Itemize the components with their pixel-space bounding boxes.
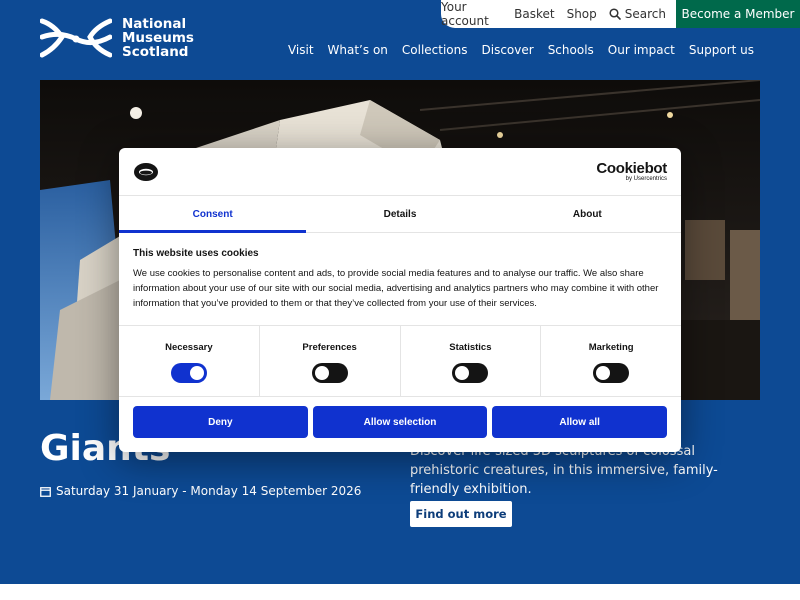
cookiebot-name: Cookiebot: [596, 160, 667, 177]
toggle-knob: [596, 366, 611, 380]
toggle-knob: [455, 366, 470, 380]
consent-buttons: Deny Allow selection Allow all: [133, 406, 668, 438]
your-account-link[interactable]: Your account: [441, 0, 502, 28]
nav-schools[interactable]: Schools: [548, 43, 594, 57]
nav-visit[interactable]: Visit: [288, 43, 314, 57]
calendar-icon: [40, 486, 51, 497]
category-label: Statistics: [449, 342, 492, 353]
category-label: Marketing: [588, 342, 634, 353]
nav-discover[interactable]: Discover: [482, 43, 534, 57]
shop-link[interactable]: Shop: [567, 7, 597, 21]
search-label: Search: [624, 7, 666, 21]
hero-date-text: Saturday 31 January - Monday 14 Septembe…: [56, 484, 362, 498]
nav-collections[interactable]: Collections: [402, 43, 468, 57]
toggle-knob: [189, 366, 204, 380]
search-link[interactable]: Search: [609, 7, 666, 21]
hero-date: Saturday 31 January - Monday 14 Septembe…: [40, 484, 361, 498]
toggle-knob: [314, 366, 329, 380]
nav-whats-on[interactable]: What’s on: [328, 43, 388, 57]
main-nav: Visit What’s on Collections Discover Sch…: [288, 43, 754, 57]
utility-nav: Your account Basket Shop Search: [441, 0, 676, 28]
find-out-more-button[interactable]: Find out more: [410, 501, 512, 527]
tab-about[interactable]: About: [494, 196, 681, 232]
deny-button[interactable]: Deny: [133, 406, 308, 438]
allow-selection-button[interactable]: Allow selection: [312, 406, 488, 438]
tab-details[interactable]: Details: [306, 196, 493, 232]
category-marketing: Marketing: [541, 326, 681, 396]
category-label: Preferences: [302, 342, 357, 353]
allow-all-button[interactable]: Allow all: [492, 406, 668, 438]
tab-consent[interactable]: Consent: [119, 196, 307, 233]
nav-support-us[interactable]: Support us: [689, 43, 754, 57]
logo-line-3: Scotland: [122, 44, 189, 60]
marketing-toggle[interactable]: [593, 363, 630, 383]
nav-our-impact[interactable]: Our impact: [608, 43, 675, 57]
cookie-icon: [134, 163, 158, 181]
nms-logo[interactable]: National Museums Scotland: [40, 17, 194, 59]
dialog-heading: This website uses cookies: [133, 248, 259, 259]
category-statistics: Statistics: [401, 326, 542, 396]
necessary-toggle[interactable]: [170, 363, 207, 383]
cookiebot-logo[interactable]: Cookiebot by Usercentrics: [596, 160, 667, 182]
become-member-button[interactable]: Become a Member: [676, 0, 800, 28]
nms-logo-icon: [40, 18, 112, 58]
cookie-consent-dialog: Cookiebot by Usercentrics Consent Detail…: [119, 148, 681, 452]
logo-line-1: National: [122, 16, 187, 32]
search-icon: [609, 8, 621, 20]
cookie-categories: Necessary Preferences Statistics Marketi…: [119, 325, 681, 397]
category-necessary: Necessary: [119, 326, 260, 396]
category-label: Necessary: [165, 342, 213, 353]
dialog-body-text: We use cookies to personalise content an…: [133, 268, 659, 309]
category-preferences: Preferences: [260, 326, 401, 396]
preferences-toggle[interactable]: [311, 363, 348, 383]
logo-line-2: Museums: [122, 30, 194, 46]
consent-tabs: Consent Details About: [119, 195, 681, 233]
statistics-toggle[interactable]: [452, 363, 489, 383]
basket-link[interactable]: Basket: [514, 7, 554, 21]
page-bottom-band: [0, 584, 800, 600]
